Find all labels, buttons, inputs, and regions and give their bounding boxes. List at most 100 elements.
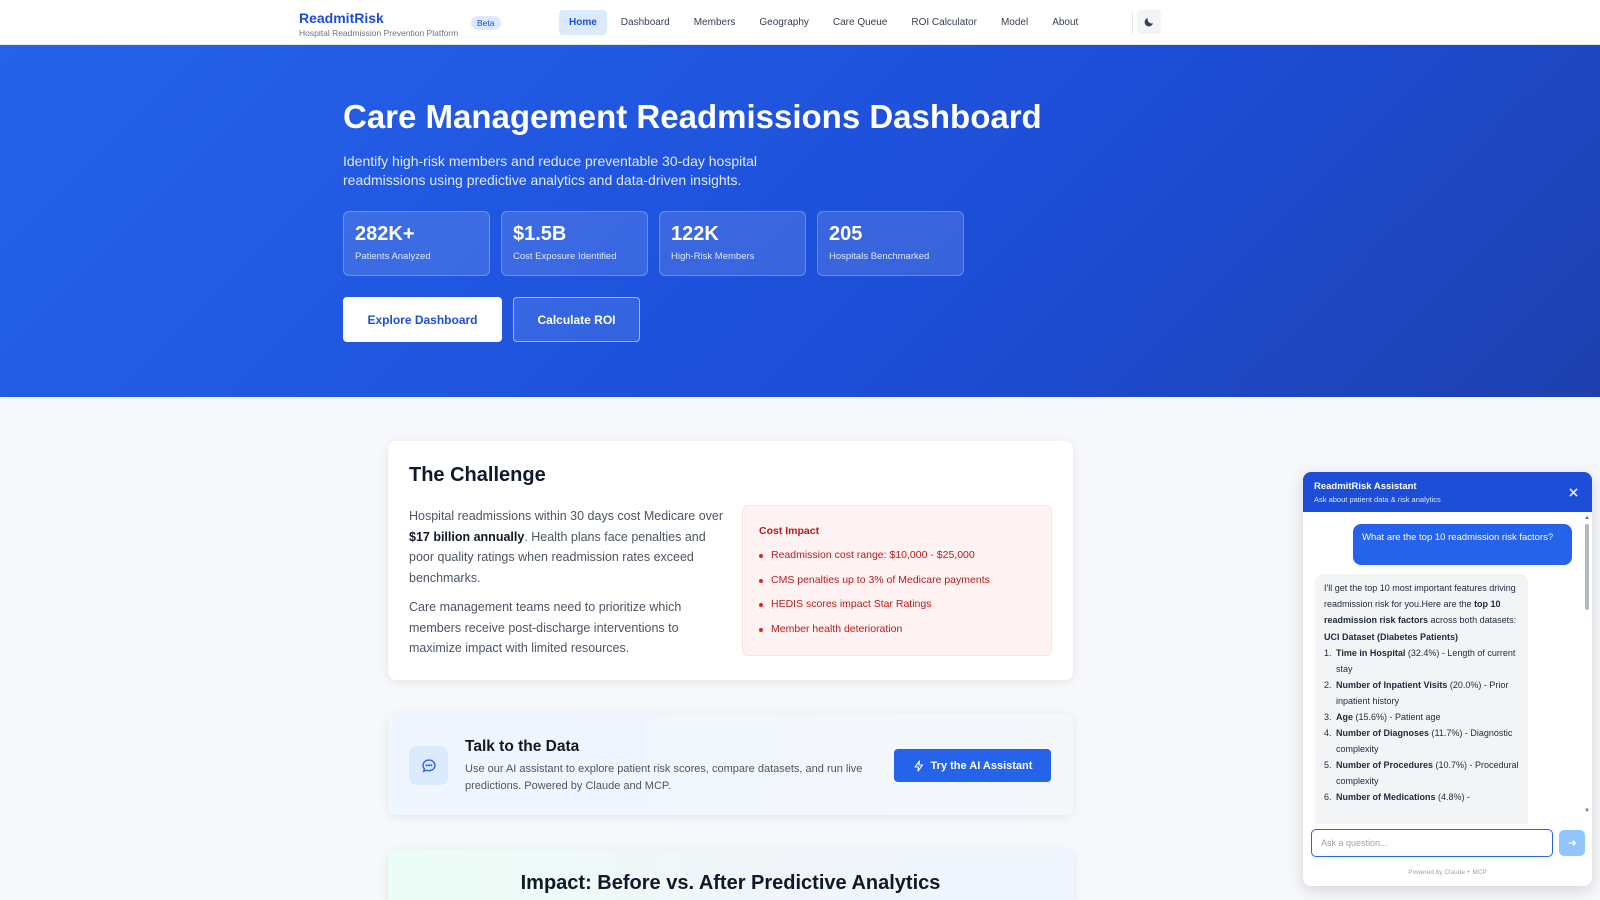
bullet-icon [759,554,763,558]
hero-section: Care Management Readmissions Dashboard I… [0,45,1600,397]
chat-scrollbar[interactable]: ▲ ▼ [1584,515,1590,818]
try-ai-assistant-button[interactable]: Try the AI Assistant [894,749,1051,782]
stat-card-cost-exposure: $1.5B Cost Exposure Identified [501,211,648,276]
brand-subtitle: Hospital Readmission Prevention Platform [299,28,459,38]
hero-stats: 282K+ Patients Analyzed $1.5B Cost Expos… [343,211,964,276]
talk-to-data-card: Talk to the Data Use our AI assistant to… [388,714,1073,815]
theme-toggle-button[interactable] [1137,10,1161,34]
user-message: What are the top 10 readmission risk fac… [1353,524,1572,565]
factor-detail: (15.6%) - Patient age [1353,712,1441,722]
chat-subtitle: Ask about patient data & risk analytics [1314,495,1441,504]
challenge-paragraph-1: Hospital readmissions within 30 days cos… [409,506,724,588]
nav-link-dashboard[interactable]: Dashboard [611,10,680,35]
factor-name: Age [1336,712,1354,722]
challenge-title: The Challenge [409,464,546,486]
talk-description: Use our AI assistant to explore patient … [465,763,863,792]
stat-label: High-Risk Members [671,251,755,262]
factor-text: Number of Diagnoses (11.7%) - Diagnostic… [1336,725,1519,757]
challenge-card: The Challenge Hospital readmissions with… [388,441,1073,680]
arrow-right-icon [1568,840,1577,846]
list-item: Member health deterioration [759,623,990,648]
stat-label: Hospitals Benchmarked [829,251,930,262]
list-item: CMS penalties up to 3% of Medicare payme… [759,574,990,599]
chat-header: ReadmitRisk Assistant Ask about patient … [1303,472,1592,512]
stat-card-high-risk: 122K High-Risk Members [659,211,806,276]
list-item: 1. Time in Hospital (32.4%) - Length of c… [1324,645,1519,677]
factor-name: Time in Hospital [1336,648,1406,658]
cost-item-text: CMS penalties up to 3% of Medicare payme… [771,573,990,586]
challenge-text: Hospital readmissions within 30 days cos… [409,509,724,523]
factor-name: Number of Diagnoses [1336,728,1430,738]
list-item: 3. Age (15.6%) - Patient age [1324,709,1519,725]
nav-link-model[interactable]: Model [991,10,1038,35]
factor-text: Time in Hospital (32.4%) - Length of cur… [1336,645,1519,677]
close-icon[interactable] [1566,485,1580,499]
cost-item-text: HEDIS scores impact Star Ratings [771,598,932,611]
nav-divider [1132,12,1133,34]
calculate-roi-button[interactable]: Calculate ROI [513,297,640,342]
cost-item-text: Member health deterioration [771,622,903,635]
talk-title: Talk to the Data [465,738,580,755]
stat-value: $1.5B [513,223,567,245]
stat-card-hospitals: 205 Hospitals Benchmarked [817,211,964,276]
nav-link-roi-calculator[interactable]: ROI Calculator [901,10,987,35]
page-title: Care Management Readmissions Dashboard [343,98,1042,135]
stat-value: 282K+ [355,223,415,245]
factor-number: 6. [1324,792,1332,802]
explore-dashboard-button[interactable]: Explore Dashboard [343,297,502,342]
factor-text: Age (15.6%) - Patient age [1336,709,1441,725]
nav-link-members[interactable]: Members [684,10,746,35]
factor-number: 2. [1324,680,1332,690]
stat-value: 122K [671,223,719,245]
cost-item-text: Readmission cost range: $10,000 - $25,00… [771,549,975,561]
chat-messages[interactable]: What are the top 10 readmission risk fac… [1303,512,1592,824]
cost-impact-title: Cost Impact [759,525,820,537]
top-navbar: ReadmitRisk Hospital Readmission Prevent… [0,0,1600,45]
lightning-icon [913,759,923,772]
scroll-down-icon[interactable]: ▼ [1584,808,1590,814]
challenge-paragraph-2: Care management teams need to prioritize… [409,600,682,655]
try-ai-assistant-label: Try the AI Assistant [930,759,1033,772]
send-button[interactable] [1559,830,1585,856]
list-item: 2. Number of Inpatient Visits (20.0%) - P… [1324,677,1519,709]
moon-icon [1144,18,1153,27]
hero-description: Identify high-risk members and reduce pr… [343,153,758,188]
cost-impact-list: Readmission cost range: $10,000 - $25,00… [759,549,990,647]
chat-title: ReadmitRisk Assistant [1314,481,1417,492]
scroll-thumb[interactable] [1585,524,1589,610]
stat-label: Patients Analyzed [355,251,431,262]
stat-value: 205 [829,223,863,245]
list-item: 6. Number of Medications (4.8%) - [1324,789,1519,805]
chat-bubble-icon [409,746,448,785]
factor-number: 5. [1324,760,1332,770]
brand-name[interactable]: ReadmitRisk [299,10,458,26]
list-item: Readmission cost range: $10,000 - $25,00… [759,549,990,574]
bullet-icon [759,578,763,583]
assistant-message: I'll get the top 10 most important featu… [1315,574,1528,824]
nav-link-care-queue[interactable]: Care Queue [823,10,897,35]
nav-link-about[interactable]: About [1042,10,1088,35]
cost-impact-box: Cost Impact Readmission cost range: $10,… [742,505,1052,656]
factor-number: 3. [1324,712,1332,722]
scroll-up-icon[interactable]: ▲ [1584,515,1590,521]
factor-text: Number of Medications (4.8%) - [1336,789,1470,805]
factor-name: Number of Inpatient Visits [1336,680,1448,690]
nav-link-geography[interactable]: Geography [749,10,818,35]
list-item: 5. Number of Procedures (10.7%) - Procedu… [1324,757,1519,789]
hero-buttons: Explore Dashboard Calculate ROI [343,297,640,342]
nav-link-home[interactable]: Home [559,10,607,35]
factor-text: Number of Inpatient Visits (20.0%) - Pri… [1336,677,1519,709]
stat-card-patients: 282K+ Patients Analyzed [343,211,490,276]
assistant-intro: I'll get the top 10 most important featu… [1324,580,1519,628]
challenge-highlight: $17 billion annually [409,529,525,544]
risk-factor-list: 1. Time in Hospital (32.4%) - Length of c… [1324,645,1519,805]
impact-card: Impact: Before vs. After Predictive Anal… [388,850,1073,900]
bullet-icon [759,603,763,608]
brand[interactable]: ReadmitRisk Hospital Readmission Prevent… [299,10,458,38]
impact-title: Impact: Before vs. After Predictive Anal… [520,872,941,894]
list-item: HEDIS scores impact Star Ratings [759,598,990,623]
list-item: 4. Number of Diagnoses (11.7%) - Diagnost… [1324,725,1519,757]
bullet-icon [759,627,763,632]
chat-input[interactable]: Ask a question... [1311,829,1553,857]
chat-footer: Powered by Claude + MCP [1408,869,1487,876]
